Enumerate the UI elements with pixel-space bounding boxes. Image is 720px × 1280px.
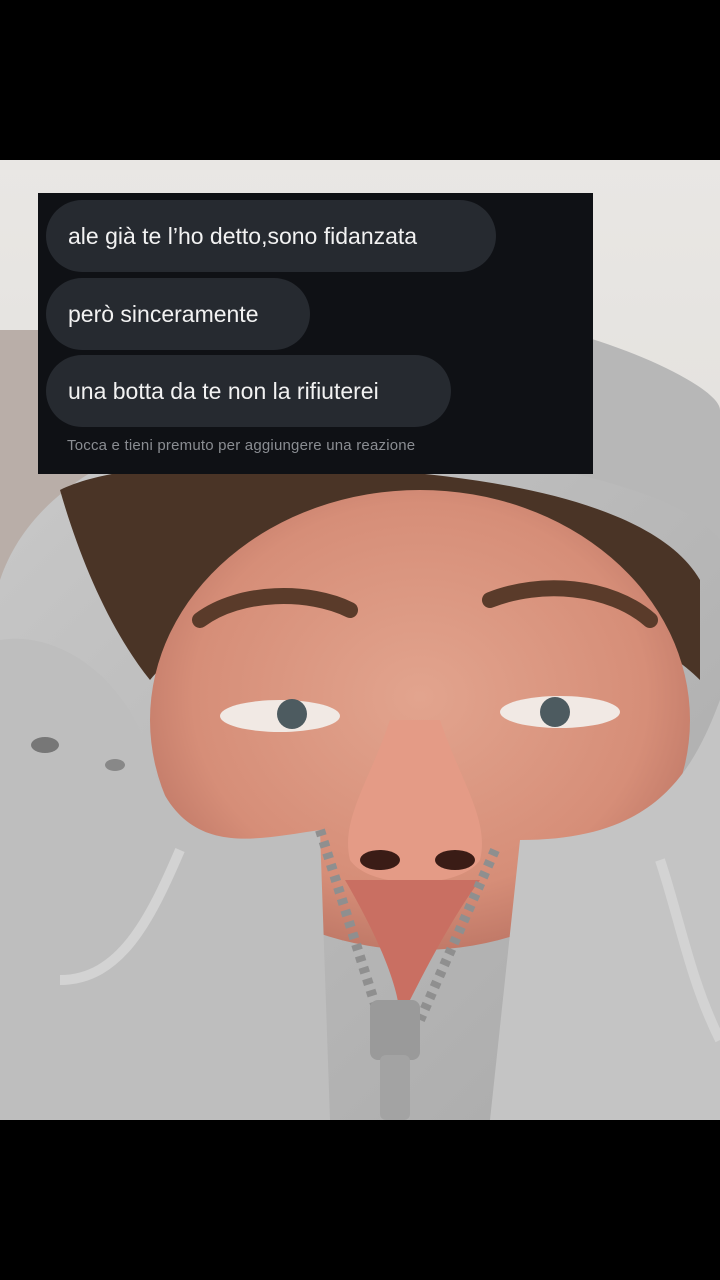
video-frame: ale già te l’ho detto,sono fidanzata per… xyxy=(0,0,720,1280)
message-bubble[interactable]: una botta da te non la rifiuterei xyxy=(46,355,451,427)
message-bubble[interactable]: ale già te l’ho detto,sono fidanzata xyxy=(46,200,496,272)
message-bubble[interactable]: però sinceramente xyxy=(46,278,310,350)
reaction-hint: Tocca e tieni premuto per aggiungere una… xyxy=(67,437,416,454)
message-thread-screenshot: ale già te l’ho detto,sono fidanzata per… xyxy=(38,193,593,474)
